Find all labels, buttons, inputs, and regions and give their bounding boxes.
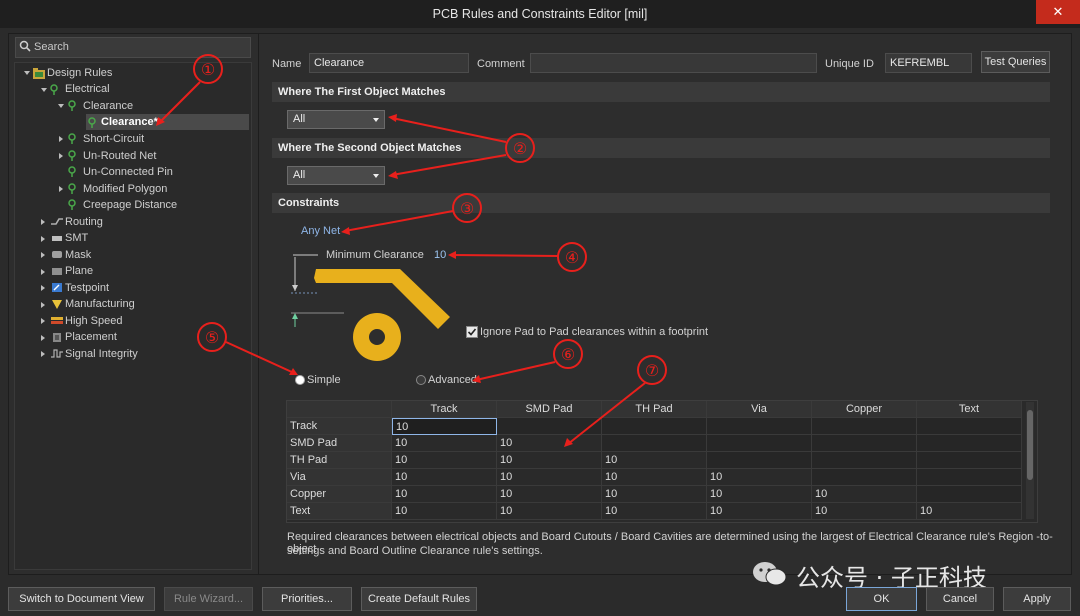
annotation-7: ⑦ (645, 361, 659, 380)
annotation-overlay: ① ② ③ ④ ⑤ ⑥ ⑦ (156, 54, 667, 447)
annotation-5: ⑤ (205, 328, 219, 347)
annotation-6: ⑥ (561, 345, 575, 364)
annotation-2: ② (513, 139, 527, 158)
annotation-1: ① (201, 60, 215, 79)
annotation-4: ④ (565, 248, 579, 267)
annotation-3: ③ (460, 199, 474, 218)
